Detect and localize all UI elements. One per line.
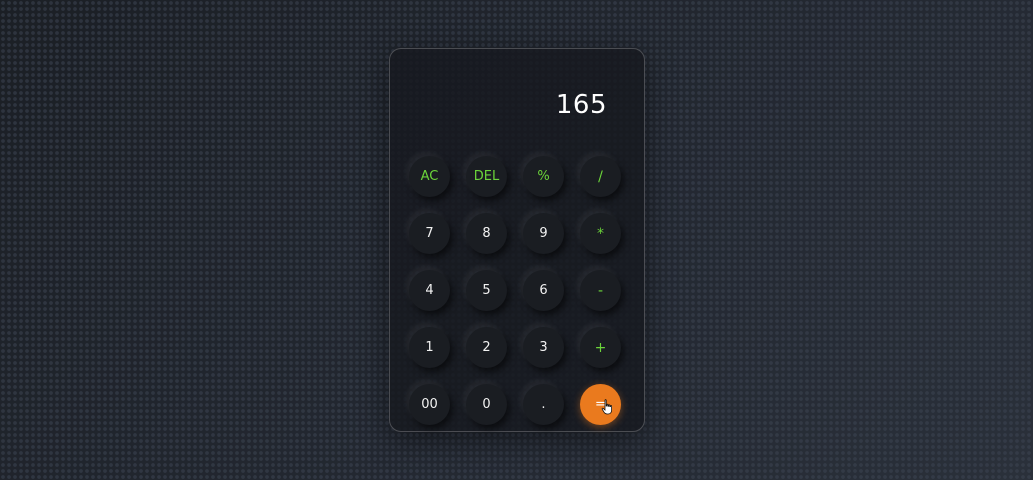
- percent-button[interactable]: %: [523, 156, 564, 197]
- subtract-button[interactable]: -: [580, 270, 621, 311]
- divide-button[interactable]: /: [580, 156, 621, 197]
- digit-0-button[interactable]: 0: [466, 384, 507, 425]
- digit-3-button[interactable]: 3: [523, 327, 564, 368]
- key-label: 9: [539, 226, 548, 241]
- key-label: /: [598, 168, 603, 185]
- key-label: 7: [425, 226, 434, 241]
- digit-9-button[interactable]: 9: [523, 213, 564, 254]
- clear-button[interactable]: AC: [409, 156, 450, 197]
- key-label: +: [594, 339, 607, 356]
- equals-button[interactable]: =: [580, 384, 621, 425]
- key-label: 6: [539, 283, 548, 298]
- double-zero-button[interactable]: 00: [409, 384, 450, 425]
- multiply-button[interactable]: *: [580, 213, 621, 254]
- digit-5-button[interactable]: 5: [466, 270, 507, 311]
- key-label: -: [597, 282, 604, 299]
- digit-7-button[interactable]: 7: [409, 213, 450, 254]
- key-label: .: [541, 397, 546, 412]
- key-label: 0: [482, 397, 491, 412]
- key-label: 00: [421, 397, 438, 412]
- add-button[interactable]: +: [580, 327, 621, 368]
- key-label: AC: [420, 169, 439, 184]
- delete-button[interactable]: DEL: [466, 156, 507, 197]
- key-label: 3: [539, 340, 548, 355]
- key-label: 2: [482, 340, 491, 355]
- digit-8-button[interactable]: 8: [466, 213, 507, 254]
- key-label: 5: [482, 283, 491, 298]
- key-label: 4: [425, 283, 434, 298]
- hand-pointer-icon: [601, 399, 612, 415]
- key-label: 1: [425, 340, 434, 355]
- digit-4-button[interactable]: 4: [409, 270, 450, 311]
- digit-6-button[interactable]: 6: [523, 270, 564, 311]
- calculator-panel: 165 AC DEL%/7 8 9 * 4 5 6-1 2 3 +00 0. =: [389, 48, 645, 432]
- digit-2-button[interactable]: 2: [466, 327, 507, 368]
- key-label: %: [537, 169, 550, 184]
- decimal-button[interactable]: .: [523, 384, 564, 425]
- calculator-display: 165: [555, 90, 607, 120]
- key-label: DEL: [473, 169, 500, 184]
- key-label: *: [597, 225, 604, 242]
- keypad: AC DEL%/7 8 9 * 4 5 6-1 2 3 +00 0. =: [409, 156, 621, 425]
- key-label: 8: [482, 226, 491, 241]
- digit-1-button[interactable]: 1: [409, 327, 450, 368]
